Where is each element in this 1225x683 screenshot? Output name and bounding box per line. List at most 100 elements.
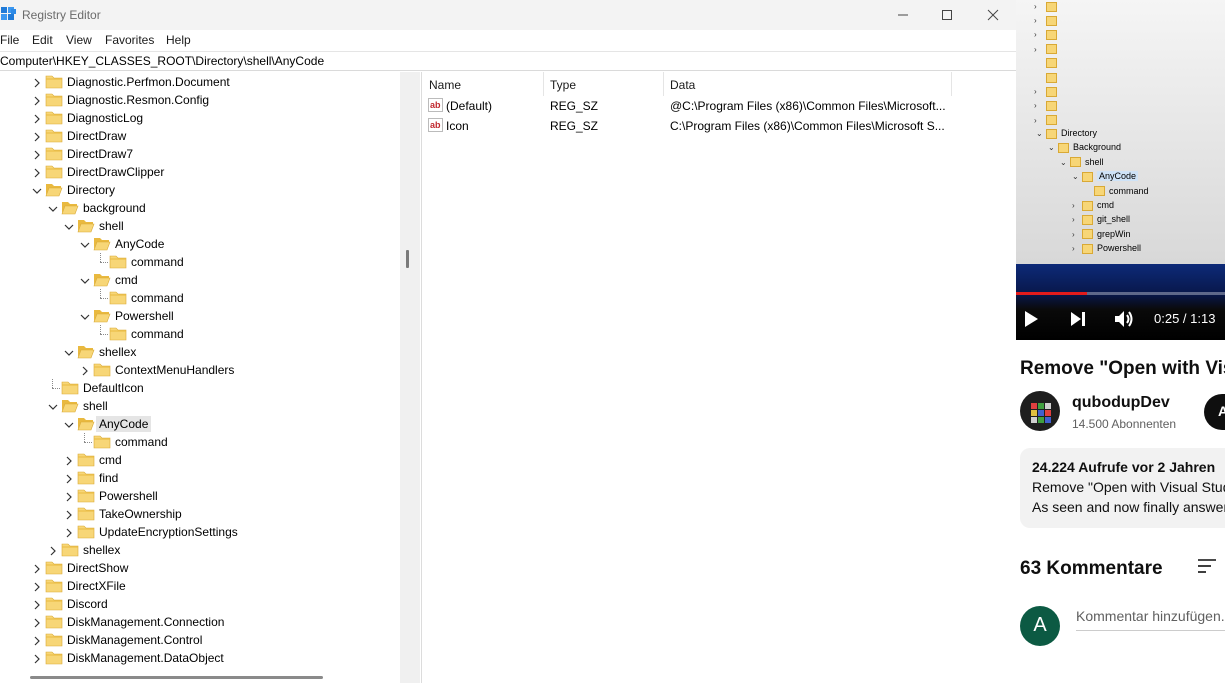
tree-node-label[interactable]: Powershell bbox=[112, 308, 177, 324]
chevron-right-icon[interactable] bbox=[64, 491, 74, 502]
chevron-right-icon[interactable] bbox=[64, 473, 74, 484]
tree-node-label[interactable]: AnyCode bbox=[96, 416, 152, 432]
tree-node-label[interactable]: UpdateEncryptionSettings bbox=[96, 524, 241, 540]
tree-node[interactable]: command bbox=[0, 325, 400, 343]
tree-node[interactable]: DirectXFile bbox=[0, 577, 400, 595]
tree-node[interactable]: UpdateEncryptionSettings bbox=[0, 523, 400, 541]
column-header-data[interactable]: Data bbox=[664, 72, 952, 96]
tree-node-label[interactable]: DirectShow bbox=[64, 560, 131, 576]
tree-node-label[interactable]: shellex bbox=[80, 542, 123, 558]
tree-scroll-thumb[interactable] bbox=[30, 676, 323, 679]
chevron-right-icon[interactable] bbox=[32, 599, 42, 610]
tree-node[interactable]: Diagnostic.Perfmon.Document bbox=[0, 73, 400, 91]
chevron-right-icon[interactable] bbox=[32, 149, 42, 160]
tree-node-label[interactable]: command bbox=[128, 326, 187, 342]
chevron-down-icon[interactable] bbox=[32, 185, 42, 195]
tree-node-label[interactable]: DirectDraw bbox=[64, 128, 129, 144]
chevron-down-icon[interactable] bbox=[64, 419, 74, 429]
chevron-right-icon[interactable] bbox=[32, 77, 42, 88]
tree-node[interactable]: command bbox=[0, 253, 400, 271]
tree-node-label[interactable]: Diagnostic.Perfmon.Document bbox=[64, 74, 233, 90]
tree-node[interactable]: AnyCode bbox=[0, 415, 400, 433]
title-bar[interactable]: Registry Editor bbox=[0, 0, 1016, 30]
chevron-right-icon[interactable] bbox=[32, 95, 42, 106]
chevron-right-icon[interactable] bbox=[48, 545, 58, 556]
value-row-default[interactable]: ab (Default) REG_SZ @C:\Program Files (x… bbox=[422, 96, 1016, 116]
splitter-grip[interactable] bbox=[406, 250, 409, 268]
chevron-right-icon[interactable] bbox=[32, 167, 42, 178]
tree-node[interactable]: cmd bbox=[0, 271, 400, 289]
channel-name[interactable]: qubodupDev bbox=[1072, 394, 1170, 412]
tree-node-label[interactable]: DiskManagement.DataObject bbox=[64, 650, 227, 666]
tree-node-label[interactable]: Directory bbox=[64, 182, 118, 198]
chevron-down-icon[interactable] bbox=[48, 401, 58, 411]
tree-node-label[interactable]: ContextMenuHandlers bbox=[112, 362, 237, 378]
pane-splitter[interactable] bbox=[400, 72, 420, 683]
tree-node-label[interactable]: find bbox=[96, 470, 121, 486]
tree-node[interactable]: DirectDraw7 bbox=[0, 145, 400, 163]
tree-node[interactable]: shellex bbox=[0, 541, 400, 559]
chevron-right-icon[interactable] bbox=[32, 113, 42, 124]
tree-node[interactable]: DiskManagement.Control bbox=[0, 631, 400, 649]
channel-avatar[interactable] bbox=[1020, 391, 1060, 431]
chevron-down-icon[interactable] bbox=[48, 203, 58, 213]
menu-favorites[interactable]: Favorites bbox=[105, 33, 154, 47]
video-progress-fill[interactable] bbox=[1016, 292, 1087, 295]
video-frame[interactable]: › › › › › › › ⌄ Directory ⌄ Background ⌄ shell ⌄ AnyCo… bbox=[1016, 0, 1225, 264]
chevron-right-icon[interactable] bbox=[32, 563, 42, 574]
tree-node[interactable]: shell bbox=[0, 397, 400, 415]
tree-node[interactable]: DiagnosticLog bbox=[0, 109, 400, 127]
next-button[interactable] bbox=[1064, 305, 1092, 333]
tree-node-label[interactable]: TakeOwnership bbox=[96, 506, 185, 522]
tree-node[interactable]: DirectDrawClipper bbox=[0, 163, 400, 181]
tree-node[interactable]: DiskManagement.Connection bbox=[0, 613, 400, 631]
tree-node-label[interactable]: DirectDrawClipper bbox=[64, 164, 167, 180]
chevron-down-icon[interactable] bbox=[64, 347, 74, 357]
tree-node-label[interactable]: DirectXFile bbox=[64, 578, 129, 594]
tree-node-label[interactable]: command bbox=[112, 434, 171, 450]
tree-node-label[interactable]: DiagnosticLog bbox=[64, 110, 146, 126]
chevron-right-icon[interactable] bbox=[32, 131, 42, 142]
tree-node[interactable]: background bbox=[0, 199, 400, 217]
tree-node[interactable]: Directory bbox=[0, 181, 400, 199]
tree-node-label[interactable]: DefaultIcon bbox=[80, 380, 147, 396]
tree-node-label[interactable]: shell bbox=[96, 218, 127, 234]
tree-node[interactable]: shellex bbox=[0, 343, 400, 361]
play-button[interactable] bbox=[1017, 305, 1045, 333]
menu-file[interactable]: File bbox=[0, 33, 19, 47]
tree-node[interactable]: TakeOwnership bbox=[0, 505, 400, 523]
chevron-right-icon[interactable] bbox=[32, 581, 42, 592]
tree-node-label[interactable]: command bbox=[128, 254, 187, 270]
chevron-right-icon[interactable] bbox=[32, 653, 42, 664]
tree-node[interactable]: DirectShow bbox=[0, 559, 400, 577]
address-bar[interactable]: Computer\HKEY_CLASSES_ROOT\Directory\she… bbox=[0, 51, 1016, 71]
chevron-down-icon[interactable] bbox=[80, 311, 90, 321]
minimize-button[interactable] bbox=[880, 0, 926, 30]
tree-node[interactable]: command bbox=[0, 289, 400, 307]
chevron-down-icon[interactable] bbox=[64, 221, 74, 231]
chevron-down-icon[interactable] bbox=[80, 239, 90, 249]
tree-node-label[interactable]: shellex bbox=[96, 344, 139, 360]
chevron-right-icon[interactable] bbox=[64, 527, 74, 538]
tree-node-label[interactable]: Diagnostic.Resmon.Config bbox=[64, 92, 212, 108]
tree-node[interactable]: Powershell bbox=[0, 487, 400, 505]
menu-view[interactable]: View bbox=[66, 33, 92, 47]
tree-node[interactable]: command bbox=[0, 433, 400, 451]
column-header-type[interactable]: Type bbox=[544, 72, 664, 96]
close-button[interactable] bbox=[970, 0, 1016, 30]
chevron-right-icon[interactable] bbox=[64, 455, 74, 466]
tree-node[interactable]: DiskManagement.DataObject bbox=[0, 649, 400, 667]
sort-icon[interactable] bbox=[1196, 558, 1218, 574]
tree-node-label[interactable]: DirectDraw7 bbox=[64, 146, 136, 162]
key-tree-pane[interactable]: Diagnostic.Perfmon.Document Diagnostic.Re… bbox=[0, 72, 400, 683]
chevron-right-icon[interactable] bbox=[64, 509, 74, 520]
comment-input[interactable]: Kommentar hinzufügen... bbox=[1076, 608, 1225, 624]
tree-node-label[interactable]: cmd bbox=[112, 272, 141, 288]
volume-button[interactable] bbox=[1110, 305, 1138, 333]
tree-node[interactable]: cmd bbox=[0, 451, 400, 469]
tree-node-label[interactable]: command bbox=[128, 290, 187, 306]
video-player[interactable]: › › › › › › › ⌄ Directory ⌄ Background ⌄ shell ⌄ AnyCo… bbox=[1016, 0, 1225, 340]
tree-node-label[interactable]: Discord bbox=[64, 596, 111, 612]
tree-node-label[interactable]: cmd bbox=[96, 452, 125, 468]
tree-node[interactable]: Powershell bbox=[0, 307, 400, 325]
